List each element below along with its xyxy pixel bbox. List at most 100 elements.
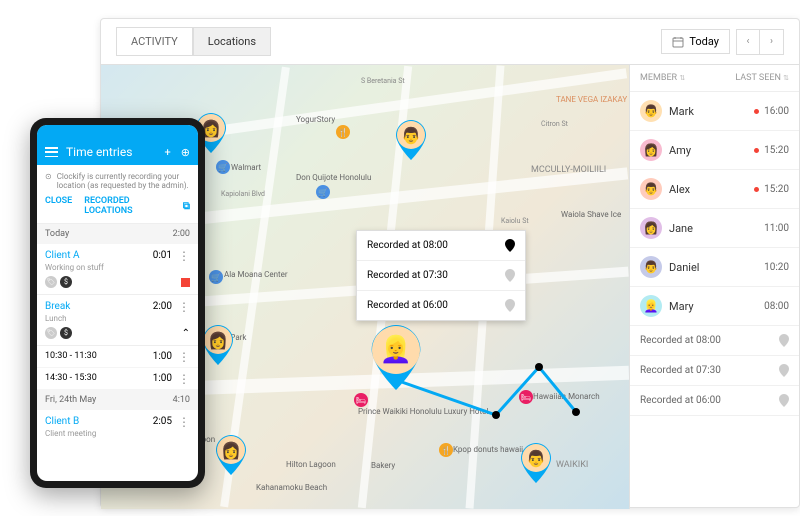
member-time: 15:20 (764, 184, 789, 195)
more-icon[interactable]: ⋮ (178, 304, 190, 310)
sub-entry[interactable]: 10:30 - 11:30 1:00 ⋮ (37, 346, 198, 368)
recorded-row[interactable]: Recorded at 08:00 (630, 326, 799, 356)
member-row[interactable]: 👩Jane11:00 (630, 209, 799, 248)
popup-label: Recorded at 08:00 (367, 240, 448, 251)
member-pin[interactable]: 👨 (396, 120, 426, 160)
location-icon (505, 239, 515, 252)
member-pin[interactable]: 👩 (203, 325, 233, 365)
more-icon[interactable]: ⋮ (178, 354, 190, 360)
sub-entry[interactable]: 14:30 - 15:30 1:00 ⋮ (37, 368, 198, 390)
entry-time: 2:00 (153, 301, 172, 312)
currency-icon: $ (60, 276, 72, 288)
recorded-row[interactable]: Recorded at 06:00 (630, 386, 799, 416)
tabs: ACTIVITY Locations (116, 27, 271, 56)
day-section: Fri, 24th May4:10 (37, 390, 198, 410)
tab-locations[interactable]: Locations (193, 27, 271, 56)
member-row[interactable]: 👱‍♀️Mary08:00 (630, 287, 799, 326)
menu-icon[interactable] (45, 147, 58, 157)
location-icon (505, 269, 515, 282)
time-entry[interactable]: Client A 0:01 ⋮ Working on stuff 🏷$ (37, 244, 198, 295)
col-lastseen[interactable]: LAST SEEN ⇅ (735, 73, 789, 83)
recorded-label: Recorded at 08:00 (640, 335, 721, 346)
live-dot (754, 148, 759, 153)
phone-frame: Time entries + ⊕ ⊙Clockify is currently … (30, 118, 205, 488)
more-icon[interactable]: ⋮ (178, 376, 190, 382)
date-label: Today (689, 35, 719, 48)
member-name: Jane (669, 222, 693, 235)
desktop-header: ACTIVITY Locations Today ‹ › (101, 19, 799, 65)
date-nav: Today ‹ › (661, 29, 784, 55)
avatar: 👨 (640, 178, 662, 200)
locate-icon[interactable]: ⊕ (181, 146, 190, 159)
entry-time: 2:05 (153, 416, 172, 427)
sub-range: 14:30 - 15:30 (45, 373, 97, 384)
member-pin-active[interactable]: 👱‍♀️ (371, 325, 421, 390)
location-notice: ⊙Clockify is currently recording your lo… (37, 165, 198, 224)
day-section: Today2:00 (37, 224, 198, 244)
desktop-window: ACTIVITY Locations Today ‹ › S Beretania… (100, 18, 800, 508)
more-icon[interactable]: ⋮ (178, 419, 190, 425)
popup-item[interactable]: Recorded at 06:00 (357, 291, 525, 320)
time-entry[interactable]: Break2:00⋮ Lunch 🏷$⌃ (37, 295, 198, 346)
member-name: Mark (669, 105, 694, 118)
member-name: Amy (669, 144, 691, 157)
collapse-icon[interactable]: ⌃ (182, 328, 190, 339)
member-row[interactable]: 👨Daniel10:20 (630, 248, 799, 287)
add-icon[interactable]: + (165, 146, 171, 159)
calendar-icon (672, 36, 684, 48)
more-icon[interactable]: ⋮ (178, 253, 190, 259)
status-bar (37, 125, 198, 139)
entry-sub: Working on stuff (45, 263, 190, 272)
next-day-button[interactable]: › (760, 29, 784, 55)
recorded-label: Recorded at 06:00 (640, 395, 721, 406)
date-picker[interactable]: Today (661, 29, 730, 54)
tag-icon: 🏷 (45, 327, 57, 339)
entry-time: 0:01 (153, 250, 172, 261)
member-time: 08:00 (764, 301, 789, 312)
member-pin[interactable]: 👨 (521, 443, 551, 483)
member-row[interactable]: 👨 Alex 15:20 (630, 170, 799, 209)
panel-header: MEMBER ⇅ LAST SEEN ⇅ (630, 65, 799, 92)
recorded-row[interactable]: Recorded at 07:30 (630, 356, 799, 386)
tab-activity[interactable]: ACTIVITY (116, 27, 193, 56)
entry-name: Client A (45, 250, 79, 261)
location-icon (779, 394, 789, 407)
popup-item[interactable]: Recorded at 07:30 (357, 261, 525, 291)
app-bar: Time entries + ⊕ (37, 139, 198, 165)
route-dot (572, 408, 580, 416)
prev-day-button[interactable]: ‹ (736, 29, 760, 55)
member-row[interactable]: 👩Amy15:20 (630, 131, 799, 170)
sub-dur: 1:00 (153, 373, 172, 384)
location-icon (779, 334, 789, 347)
sub-dur: 1:00 (153, 351, 172, 362)
entry-name: Break (45, 301, 70, 312)
target-icon: ⊙ (45, 172, 52, 190)
app-title: Time entries (66, 145, 132, 159)
time-entry[interactable]: Client B2:05⋮ Client meeting (37, 410, 198, 440)
sub-range: 10:30 - 11:30 (45, 351, 97, 362)
member-name: Daniel (669, 261, 699, 274)
avatar: 👩 (640, 217, 662, 239)
route-dot (492, 411, 500, 419)
popup-label: Recorded at 07:30 (367, 270, 448, 281)
member-row[interactable]: 👨Mark16:00 (630, 92, 799, 131)
close-button[interactable]: CLOSE (45, 196, 72, 216)
member-pin[interactable]: 👩 (216, 435, 246, 475)
members-panel: MEMBER ⇅ LAST SEEN ⇅ 👨Mark16:00 👩 Amy 15:2… (629, 65, 799, 509)
col-member[interactable]: MEMBER ⇅ (640, 73, 685, 83)
member-time: 15:20 (764, 145, 789, 156)
entry-sub: Lunch (45, 314, 190, 323)
avatar: 👱‍♀️ (640, 295, 662, 317)
live-dot (754, 187, 759, 192)
tag-icon: 🏷 (45, 276, 57, 288)
member-name: Alex (669, 183, 690, 196)
section-label: Fri, 24th May (45, 395, 96, 405)
live-dot (754, 109, 759, 114)
member-time: 10:20 (764, 262, 789, 273)
location-popup: Recorded at 08:00 Recorded at 07:30 Reco… (356, 230, 526, 321)
recording-icon (181, 278, 190, 287)
popup-label: Recorded at 06:00 (367, 300, 448, 311)
location-icon (779, 364, 789, 377)
recorded-locations-link[interactable]: RECORDED LOCATIONS ⧉ (84, 196, 190, 216)
popup-item[interactable]: Recorded at 08:00 (357, 231, 525, 261)
